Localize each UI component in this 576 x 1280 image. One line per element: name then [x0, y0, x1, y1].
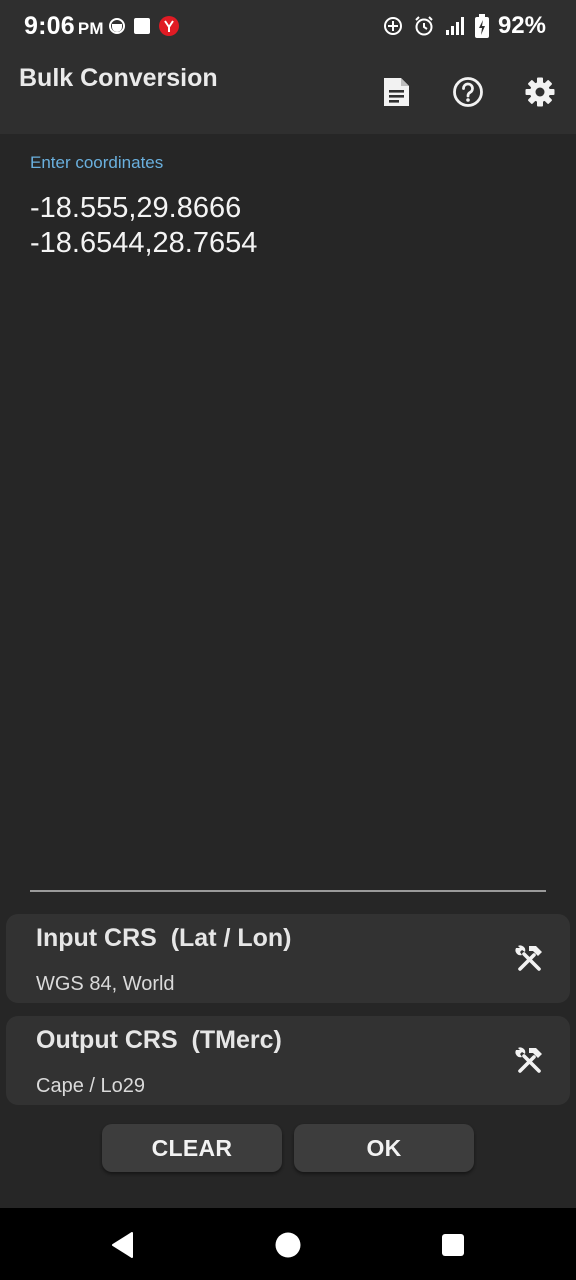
signal-icon — [445, 17, 464, 35]
help-button[interactable] — [450, 74, 486, 110]
status-notification-icons — [108, 15, 180, 37]
square-notification-icon — [134, 18, 150, 34]
status-time: 9:06 PM — [24, 12, 104, 41]
screen: 9:06 PM 92% Bulk Conversion Enter coordi… — [0, 0, 576, 1280]
battery-percent: 92% — [497, 12, 546, 39]
alarm-icon — [415, 16, 433, 36]
coordinates-input[interactable]: -18.555,29.8666 -18.6544,28.7654 — [30, 191, 546, 261]
home-icon — [275, 1232, 301, 1258]
back-icon — [112, 1232, 133, 1258]
recents-button[interactable] — [438, 1230, 468, 1260]
input-crs-card[interactable]: Input CRS (Lat / Lon) WGS 84, World — [6, 914, 570, 1003]
back-button[interactable] — [108, 1230, 138, 1260]
input-crs-title: Input CRS (Lat / Lon) — [36, 924, 292, 952]
settings-button[interactable] — [522, 74, 558, 110]
location-target-icon — [383, 17, 402, 35]
output-crs-card[interactable]: Output CRS (TMerc) Cape / Lo29 — [6, 1016, 570, 1105]
battery-icon — [474, 14, 489, 38]
app-notification-icon — [159, 16, 179, 36]
recents-icon — [442, 1234, 464, 1256]
tools-icon[interactable] — [512, 1044, 546, 1078]
app-title: Bulk Conversion — [19, 64, 218, 92]
document-icon — [384, 78, 409, 106]
app-bar: Bulk Conversion — [0, 52, 576, 134]
clear-button[interactable]: CLEAR — [102, 1124, 282, 1172]
input-crs-subtitle: WGS 84, World — [36, 973, 175, 995]
data-saver-icon — [109, 18, 125, 34]
navigation-bar — [0, 1208, 576, 1280]
coordinates-label: Enter coordinates — [30, 153, 164, 172]
status-time-value: 9:06 — [24, 12, 75, 40]
status-bar: 9:06 PM 92% — [0, 0, 576, 52]
status-right: 92% — [382, 12, 546, 40]
ok-button[interactable]: OK — [294, 1124, 474, 1172]
settings-icon — [525, 77, 555, 107]
output-crs-subtitle: Cape / Lo29 — [36, 1075, 145, 1097]
status-time-ampm: PM — [77, 19, 104, 38]
document-button[interactable] — [378, 74, 414, 110]
help-icon — [453, 77, 483, 107]
output-crs-title: Output CRS (TMerc) — [36, 1026, 282, 1054]
input-underline — [30, 890, 546, 892]
home-button[interactable] — [273, 1230, 303, 1260]
tools-icon[interactable] — [512, 942, 546, 976]
